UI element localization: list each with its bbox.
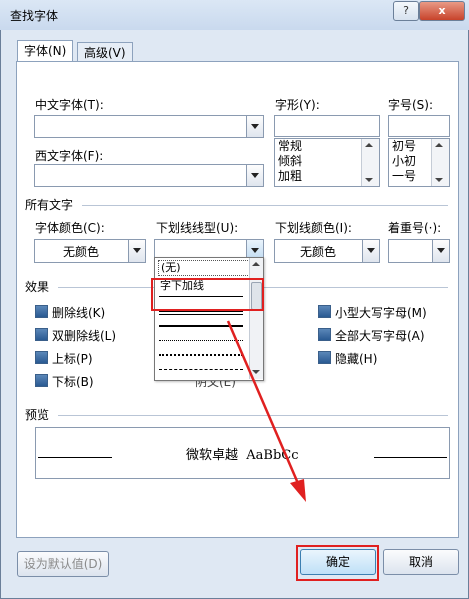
annotation-arrow <box>226 320 306 502</box>
cancel-button[interactable]: 取消 <box>383 549 459 575</box>
highlight-box <box>296 545 379 581</box>
set-default-button[interactable]: 设为默认值(D) <box>17 551 109 577</box>
